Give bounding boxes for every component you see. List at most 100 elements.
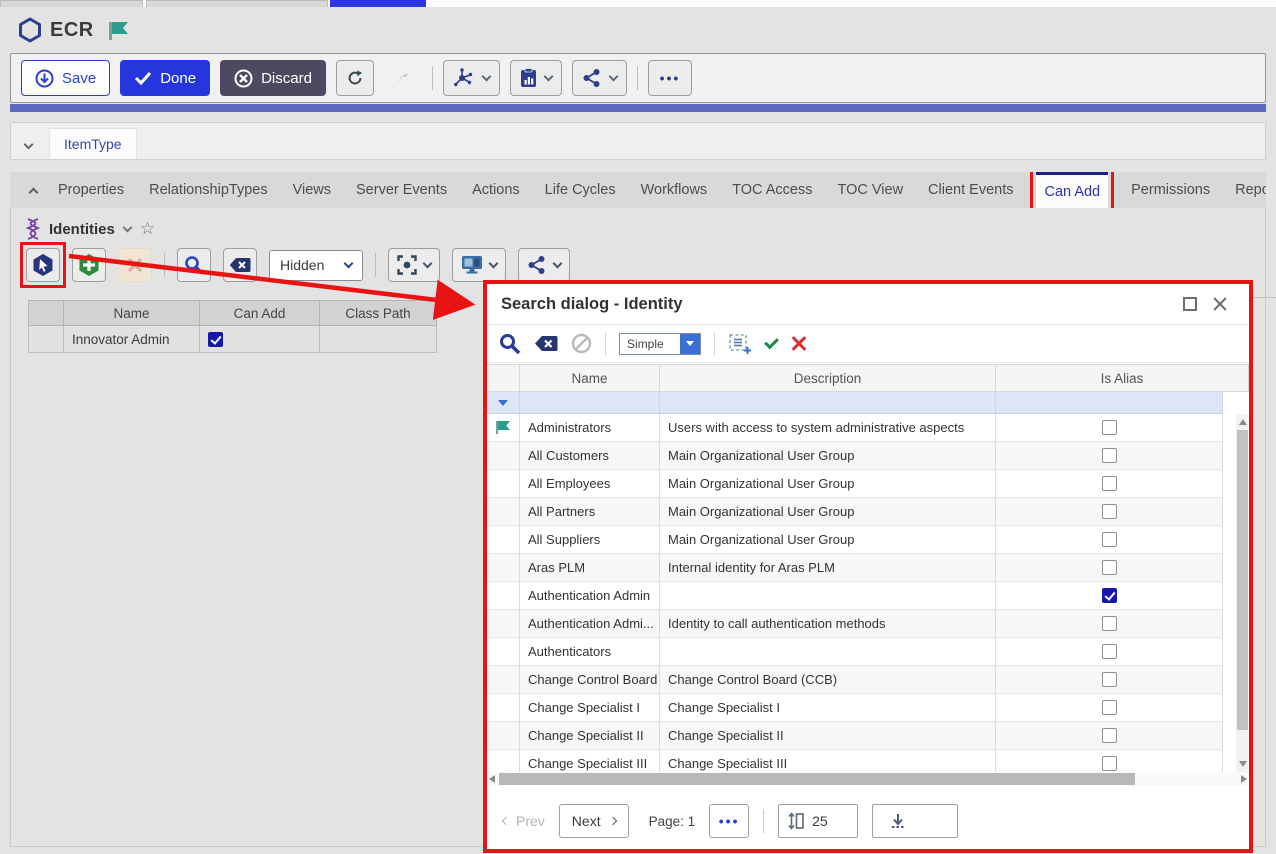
is-alias-checkbox[interactable] (1102, 616, 1117, 631)
search-mode-select[interactable]: Simple (619, 333, 701, 355)
chevron-down-icon[interactable] (24, 140, 34, 150)
tab-life-cycles[interactable]: Life Cycles (543, 172, 618, 208)
is-alias-checkbox[interactable] (1102, 560, 1117, 575)
filter-name-cell[interactable] (520, 392, 660, 414)
pick-related-item-button[interactable] (26, 248, 60, 282)
scroll-right-arrow[interactable] (1241, 775, 1247, 783)
filter-dropdown-icon[interactable] (498, 400, 508, 406)
tab-toc-view[interactable]: TOC View (836, 172, 906, 208)
is-alias-checkbox[interactable] (1102, 476, 1117, 491)
tab-reports[interactable]: Reports (1233, 172, 1266, 208)
column-header-name[interactable]: Name (64, 300, 200, 326)
next-page-button[interactable]: Next (559, 804, 629, 838)
structure-browser-button[interactable] (443, 60, 500, 96)
column-header-description[interactable]: Description (660, 364, 996, 392)
table-row[interactable]: Change Specialist IChange Specialist I (487, 694, 1249, 722)
browser-tab[interactable] (146, 0, 328, 7)
vertical-scrollbar[interactable] (1236, 414, 1249, 772)
is-alias-checkbox[interactable] (1102, 644, 1117, 659)
tab-relationshiptypes[interactable]: RelationshipTypes (147, 172, 270, 208)
is-alias-checkbox[interactable] (1102, 756, 1117, 771)
browser-tab[interactable] (0, 0, 143, 7)
more-actions-button[interactable]: ••• (648, 60, 692, 96)
favorite-star-icon[interactable]: ☆ (140, 219, 155, 239)
confirm-selection-icon[interactable] (764, 334, 779, 349)
scrollbar-thumb[interactable] (499, 773, 1135, 785)
done-button[interactable]: Done (120, 60, 210, 96)
itemtype-tab[interactable]: ItemType (49, 128, 137, 159)
table-row[interactable]: Innovator Admin (28, 326, 437, 353)
tab-workflows[interactable]: Workflows (639, 172, 710, 208)
table-row[interactable]: Change Specialist IIChange Specialist II (487, 722, 1249, 750)
clear-search-criteria-icon[interactable] (534, 335, 558, 352)
table-row[interactable]: Authenticators (487, 638, 1249, 666)
focus-view-button[interactable] (388, 248, 440, 282)
is-alias-checkbox[interactable] (1102, 672, 1117, 687)
table-row[interactable]: All CustomersMain Organizational User Gr… (487, 442, 1249, 470)
can-add-checkbox[interactable] (208, 332, 223, 347)
chevron-down-icon[interactable] (122, 222, 132, 232)
redo-button[interactable] (384, 60, 422, 96)
is-alias-checkbox[interactable] (1102, 448, 1117, 463)
table-row[interactable]: AdministratorsUsers with access to syste… (487, 414, 1249, 442)
table-row[interactable]: Authentication Admin (487, 582, 1249, 610)
more-pages-button[interactable]: ••• (709, 804, 749, 838)
is-alias-checkbox[interactable] (1102, 532, 1117, 547)
tab-can-add[interactable]: Can Add (1036, 172, 1108, 208)
tab-actions[interactable]: Actions (470, 172, 522, 208)
export-button[interactable] (872, 804, 958, 838)
table-row[interactable]: All PartnersMain Organizational User Gro… (487, 498, 1249, 526)
icon-column-header[interactable] (487, 364, 520, 392)
discard-button[interactable]: Discard (220, 60, 326, 96)
select-drop-button[interactable] (680, 334, 700, 354)
add-new-item-button[interactable] (72, 248, 106, 282)
is-alias-checkbox[interactable] (1102, 700, 1117, 715)
tab-views[interactable]: Views (291, 172, 333, 208)
tab-permissions[interactable]: Permissions (1129, 172, 1212, 208)
refresh-button[interactable] (336, 60, 374, 96)
hidden-filter-select[interactable]: Hidden (269, 250, 363, 281)
collapse-tabs-button[interactable] (10, 172, 56, 208)
filter-description-cell[interactable] (660, 392, 996, 414)
scroll-down-arrow[interactable] (1239, 761, 1247, 767)
column-header-is-alias[interactable]: Is Alias (996, 364, 1249, 392)
is-alias-checkbox[interactable] (1102, 420, 1117, 435)
column-header-can-add[interactable]: Can Add (200, 300, 320, 326)
is-alias-checkbox[interactable] (1102, 504, 1117, 519)
maximize-button[interactable] (1175, 291, 1205, 317)
table-row[interactable]: Change Control BoardChange Control Board… (487, 666, 1249, 694)
multi-select-rows-icon[interactable] (728, 333, 752, 355)
scrollbar-thumb[interactable] (1237, 430, 1248, 730)
share-button[interactable] (572, 60, 627, 96)
save-button[interactable]: Save (21, 60, 110, 96)
table-row[interactable]: Change Specialist IIIChange Specialist I… (487, 750, 1249, 772)
scroll-left-arrow[interactable] (489, 775, 495, 783)
is-alias-checkbox[interactable] (1102, 588, 1117, 603)
clear-search-button[interactable] (223, 248, 257, 282)
page-size-input[interactable]: 25 (778, 804, 858, 838)
icon-column-header[interactable] (28, 300, 64, 326)
table-row[interactable]: Authentication Admi...Identity to call a… (487, 610, 1249, 638)
run-search-icon[interactable] (499, 333, 521, 355)
filter-row[interactable] (487, 392, 1249, 414)
share-grid-button[interactable] (518, 248, 570, 282)
table-row[interactable]: All SuppliersMain Organizational User Gr… (487, 526, 1249, 554)
filter-is-alias-cell[interactable] (996, 392, 1223, 414)
horizontal-scrollbar[interactable] (487, 772, 1249, 786)
search-button[interactable] (177, 248, 211, 282)
browser-tab-active[interactable] (330, 0, 426, 7)
reports-button[interactable] (510, 60, 562, 96)
table-row[interactable]: All EmployeesMain Organizational User Gr… (487, 470, 1249, 498)
display-view-button[interactable] (452, 248, 506, 282)
column-header-class-path[interactable]: Class Path (320, 300, 437, 326)
tab-client-events[interactable]: Client Events (926, 172, 1015, 208)
tab-properties[interactable]: Properties (56, 172, 126, 208)
close-button[interactable] (1205, 291, 1235, 317)
table-row[interactable]: Aras PLMInternal identity for Aras PLM (487, 554, 1249, 582)
scroll-up-arrow[interactable] (1239, 419, 1247, 425)
cancel-dialog-icon[interactable] (791, 336, 807, 352)
tab-toc-access[interactable]: TOC Access (730, 172, 814, 208)
tab-server-events[interactable]: Server Events (354, 172, 449, 208)
column-header-name[interactable]: Name (520, 364, 660, 392)
is-alias-checkbox[interactable] (1102, 728, 1117, 743)
